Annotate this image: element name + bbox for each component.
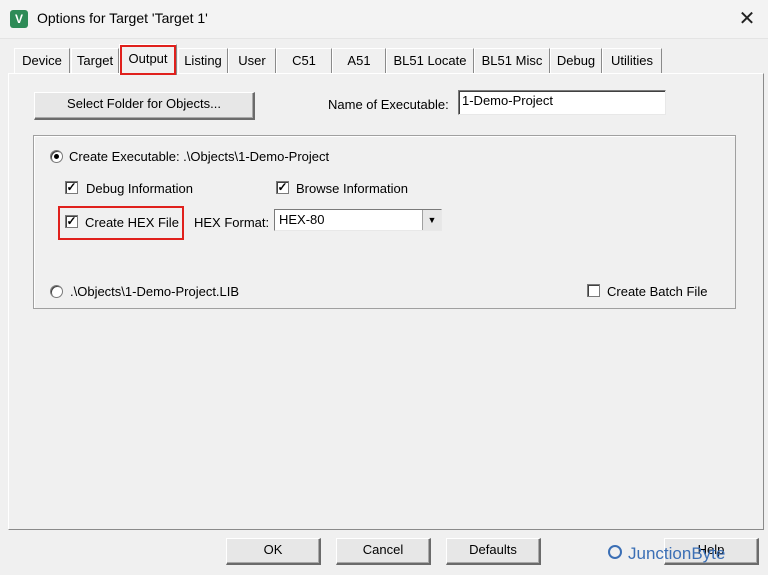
defaults-button[interactable]: Defaults [446,538,541,565]
create-batch-file-label: Create Batch File [607,284,708,299]
select-folder-button[interactable]: Select Folder for Objects... [34,92,255,120]
ok-button[interactable]: OK [226,538,321,565]
create-executable-radio[interactable] [50,150,63,163]
watermark-text: JunctionByte [628,544,726,563]
tab-utilities[interactable]: Utilities [602,48,662,73]
tab-bl51-locate[interactable]: BL51 Locate [386,48,474,73]
create-batch-file-checkbox[interactable] [587,284,600,297]
window-title: Options for Target 'Target 1' [37,10,208,26]
junctionbyte-logo-icon [608,545,622,559]
close-icon[interactable]: ✕ [734,6,760,32]
tab-device[interactable]: Device [14,48,70,73]
cancel-button[interactable]: Cancel [336,538,431,565]
hex-format-select[interactable]: HEX-80 ▼ [274,209,442,231]
tab-a51[interactable]: A51 [332,48,386,73]
tab-listing[interactable]: Listing [178,48,228,73]
tab-strip: Device Target Output Listing User C51 A5… [8,44,760,75]
debug-information-checkbox[interactable]: ✓ [65,181,78,194]
hex-format-value: HEX-80 [279,212,325,227]
tab-target[interactable]: Target [71,48,119,73]
radio-selected-dot [54,154,59,159]
create-hex-file-label: Create HEX File [85,215,179,230]
browse-information-checkbox[interactable]: ✓ [276,181,289,194]
title-bar: V Options for Target 'Target 1' ✕ [0,0,768,39]
create-library-label: .\Objects\1-Demo-Project.LIB [70,284,240,299]
app-logo-icon: V [10,10,28,28]
create-executable-label: Create Executable: .\Objects\1-Demo-Proj… [69,149,330,164]
hex-format-label: HEX Format: [194,215,270,230]
tab-bl51-misc[interactable]: BL51 Misc [474,48,550,73]
tab-highlight-box [120,45,176,75]
tab-user[interactable]: User [228,48,276,73]
chevron-down-icon: ▼ [422,210,441,230]
tab-debug[interactable]: Debug [550,48,602,73]
tab-c51[interactable]: C51 [276,48,332,73]
create-library-radio[interactable] [50,285,63,298]
debug-information-label: Debug Information [86,181,193,196]
name-of-executable-label: Name of Executable: [328,97,449,112]
browse-information-label: Browse Information [296,181,408,196]
create-hex-file-checkbox[interactable]: ✓ [65,215,78,228]
tab-output[interactable]: Output [119,44,177,75]
executable-name-input[interactable]: 1-Demo-Project [458,90,666,115]
